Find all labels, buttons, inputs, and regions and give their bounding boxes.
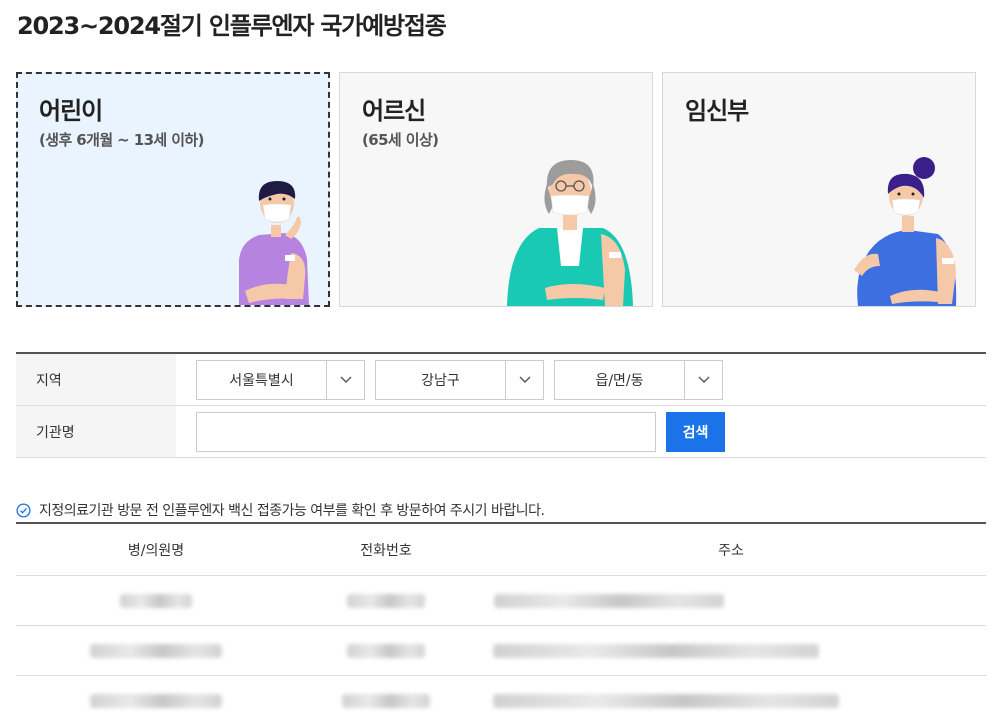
results-table: 병/의원명 전화번호 주소 [16,522,986,724]
blurred-name [90,693,222,708]
col-header-address: 주소 [718,542,744,559]
blurred-address [493,693,839,708]
blurred-phone [342,693,430,708]
blurred-address [493,593,724,608]
pregnant-illustration [854,157,957,306]
col-header-name: 병/의원명 [127,542,185,559]
institution-name-input[interactable] [196,411,656,452]
table-row[interactable] [16,576,986,626]
col-header-phone: 전화번호 [360,542,412,559]
card-title: 임신부 [685,97,749,125]
blurred-name [90,643,222,658]
card-child[interactable]: 어린이 (생후 6개월 ~ 13세 이하) [16,72,330,307]
table-row[interactable] [16,626,986,676]
name-label: 기관명 [16,406,176,457]
blurred-name [120,593,192,608]
notice: 지정의료기관 방문 전 인플루엔자 백신 접종가능 여부를 확인 후 방문하여 … [16,500,545,520]
table-row[interactable] [16,676,986,724]
blurred-phone [347,593,425,608]
search-form: 지역 서울특별시 강남구 읍/면/동 기관명 검색 [16,352,986,458]
notice-text: 지정의료기관 방문 전 인플루엔자 백신 접종가능 여부를 확인 후 방문하여 … [39,503,545,519]
sigungu-select[interactable]: 강남구 [375,359,544,400]
blurred-phone [347,643,425,658]
card-subtitle: (65세 이상) [362,131,439,149]
sido-select[interactable]: 서울특별시 [196,359,365,400]
chevron-down-icon [684,360,722,399]
region-label: 지역 [16,354,176,405]
chevron-down-icon [326,360,364,399]
table-header: 병/의원명 전화번호 주소 [16,524,986,576]
region-row: 지역 서울특별시 강남구 읍/면/동 [16,354,986,406]
blurred-address [493,643,819,658]
page-title: 2023~2024절기 인플루엔자 국가예방접종 [17,12,447,40]
card-pregnant[interactable]: 임신부 [662,72,976,307]
check-circle-icon [16,502,31,518]
card-title: 어린이 [39,97,103,125]
child-illustration [239,181,309,305]
dong-select[interactable]: 읍/면/동 [554,359,723,400]
search-button[interactable]: 검색 [666,411,725,452]
card-subtitle: (생후 6개월 ~ 13세 이하) [39,131,204,149]
card-elder[interactable]: 어르신 (65세 이상) [339,72,653,307]
elder-illustration [507,160,633,306]
chevron-down-icon [505,360,543,399]
name-row: 기관명 검색 [16,406,986,458]
card-title: 어르신 [362,97,426,125]
